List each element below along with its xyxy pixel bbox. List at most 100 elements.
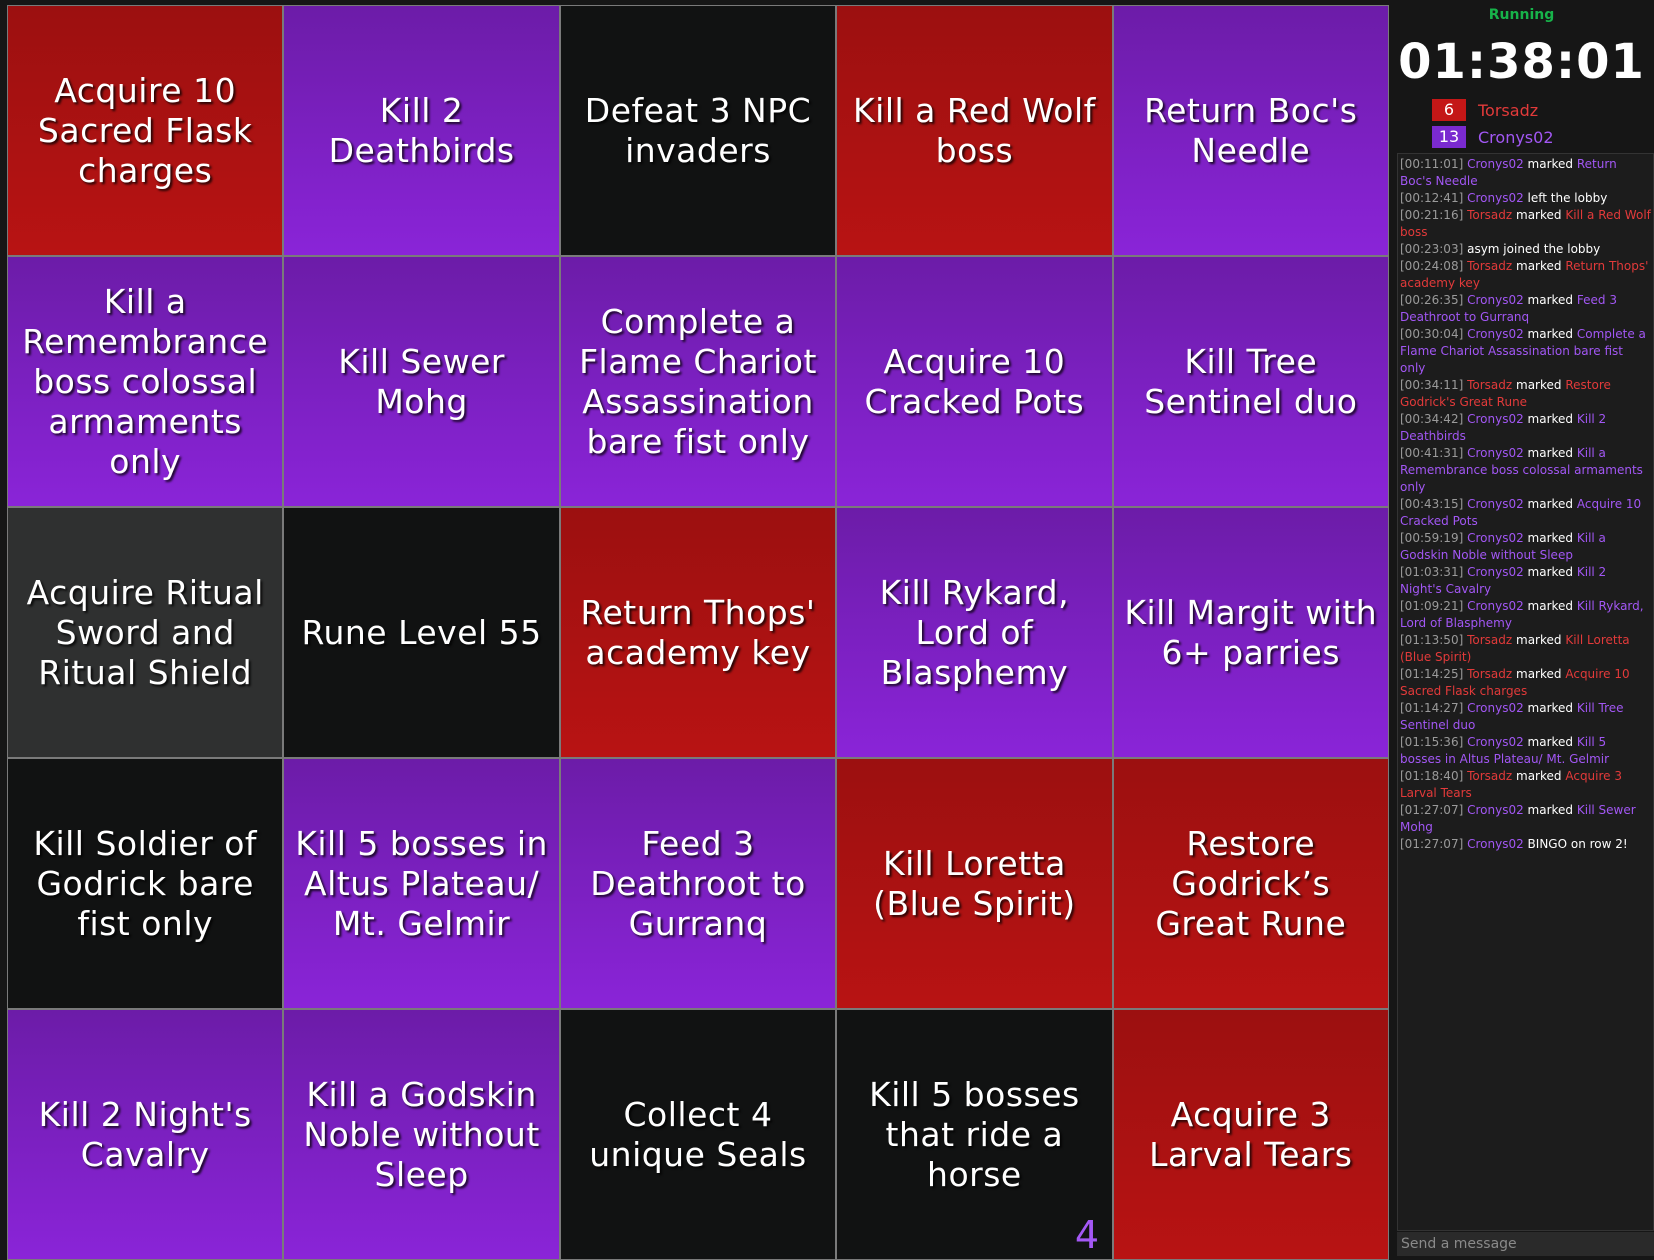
log-entry: [01:14:25] Torsadz marked Acquire 10 Sac…: [1400, 666, 1651, 700]
log-user: Cronys02: [1467, 837, 1524, 851]
side-panel: Running 01:38:01 6 Torsadz 13 Cronys02 […: [1389, 0, 1654, 1260]
log-user: Cronys02: [1467, 327, 1524, 341]
log-action: marked: [1527, 735, 1574, 749]
bingo-cell-label: Kill a Remembrance boss colossal armamen…: [22, 281, 269, 481]
log-timestamp: [00:43:15]: [1400, 497, 1464, 511]
log-user: Cronys02: [1467, 803, 1524, 817]
log-user: Torsadz: [1467, 259, 1513, 273]
bingo-cell[interactable]: Kill Rykard, Lord of Blasphemy: [837, 508, 1112, 757]
bingo-cell-label: Kill a Red Wolf boss: [853, 90, 1096, 170]
player-row: 6 Torsadz: [1432, 99, 1538, 121]
bingo-cell[interactable]: Acquire 10 Sacred Flask charges: [8, 6, 283, 255]
log-user: Cronys02: [1467, 412, 1524, 426]
log-action: marked: [1527, 497, 1574, 511]
log-timestamp: [01:14:25]: [1400, 667, 1464, 681]
log-entry: [01:14:27] Cronys02 marked Kill Tree Sen…: [1400, 700, 1651, 734]
bingo-cell-label: Acquire Ritual Sword and Ritual Shield: [26, 572, 264, 692]
log-action: marked: [1516, 633, 1562, 647]
bingo-cell[interactable]: Kill 5 bosses in Altus Plateau/ Mt. Gelm…: [284, 759, 559, 1008]
bingo-cell[interactable]: Kill 5 bosses that ride a horse 4: [837, 1010, 1112, 1259]
bingo-cell[interactable]: Acquire 3 Larval Tears: [1113, 1010, 1388, 1259]
log-timestamp: [00:41:31]: [1400, 446, 1464, 460]
log-user: Torsadz: [1467, 633, 1513, 647]
log-action: marked: [1527, 803, 1574, 817]
bingo-cell[interactable]: Feed 3 Deathroot to Gurranq: [560, 759, 836, 1008]
log-user: Cronys02: [1467, 497, 1524, 511]
log-entry: [01:27:07] Cronys02 BINGO on row 2!: [1400, 836, 1651, 853]
log-action: asym joined the lobby: [1467, 242, 1601, 256]
log-entry: [00:59:19] Cronys02 marked Kill a Godski…: [1400, 530, 1651, 564]
log-entry: [00:21:16] Torsadz marked Kill a Red Wol…: [1400, 207, 1651, 241]
goal-progress-counter: 4: [1074, 1213, 1100, 1257]
log-entry: [01:27:07] Cronys02 marked Kill Sewer Mo…: [1400, 802, 1651, 836]
bingo-cell[interactable]: Return Boc's Needle: [1113, 6, 1388, 255]
log-timestamp: [00:59:19]: [1400, 531, 1464, 545]
bingo-cell[interactable]: Kill Tree Sentinel duo: [1113, 257, 1388, 506]
log-user: Cronys02: [1467, 701, 1524, 715]
bingo-cell[interactable]: Kill Soldier of Godrick bare fist only: [8, 759, 283, 1008]
bingo-cell[interactable]: Kill a Godskin Noble without Sleep: [284, 1010, 559, 1259]
log-entry: [01:18:40] Torsadz marked Acquire 3 Larv…: [1400, 768, 1651, 802]
log-timestamp: [01:14:27]: [1400, 701, 1464, 715]
log-timestamp: [01:09:21]: [1400, 599, 1464, 613]
log-user: Torsadz: [1467, 667, 1513, 681]
log-timestamp: [00:30:04]: [1400, 327, 1464, 341]
bingo-cell[interactable]: Kill 2 Night's Cavalry: [8, 1010, 283, 1259]
bingo-cell[interactable]: Kill a Red Wolf boss: [837, 6, 1112, 255]
bingo-cell-label: Return Thops' academy key: [580, 592, 816, 672]
bingo-cell[interactable]: Kill Margit with 6+ parries: [1113, 508, 1388, 757]
log-user: Cronys02: [1467, 446, 1524, 460]
log-action: marked: [1527, 565, 1574, 579]
bingo-cell[interactable]: Acquire Ritual Sword and Ritual Shield: [8, 508, 283, 757]
log-entry: [01:15:36] Cronys02 marked Kill 5 bosses…: [1400, 734, 1651, 768]
log-user: Cronys02: [1467, 191, 1524, 205]
log-user: Torsadz: [1467, 769, 1513, 783]
log-action: marked: [1516, 259, 1562, 273]
chat-message-input[interactable]: [1397, 1232, 1654, 1256]
log-entry: [00:23:03] asym joined the lobby: [1400, 241, 1651, 258]
log-action: BINGO on row 2!: [1527, 837, 1628, 851]
log-entry: [00:30:04] Cronys02 marked Complete a Fl…: [1400, 326, 1651, 377]
log-action: marked: [1516, 667, 1562, 681]
bingo-cell-label: Acquire 10 Sacred Flask charges: [37, 70, 253, 190]
bingo-cell[interactable]: Return Thops' academy key: [560, 508, 836, 757]
bingo-cell[interactable]: Rune Level 55: [284, 508, 559, 757]
bingo-cell[interactable]: Kill Sewer Mohg: [284, 257, 559, 506]
log-timestamp: [01:13:50]: [1400, 633, 1464, 647]
log-entry: [00:24:08] Torsadz marked Return Thops' …: [1400, 258, 1651, 292]
log-timestamp: [01:18:40]: [1400, 769, 1464, 783]
player-name: Cronys02: [1478, 127, 1554, 147]
log-user: Cronys02: [1467, 599, 1524, 613]
log-action: marked: [1527, 412, 1574, 426]
log-entry: [01:13:50] Torsadz marked Kill Loretta (…: [1400, 632, 1651, 666]
bingo-cell[interactable]: Acquire 10 Cracked Pots: [837, 257, 1112, 506]
log-timestamp: [01:03:31]: [1400, 565, 1464, 579]
bingo-cell-label: Kill Rykard, Lord of Blasphemy: [879, 572, 1070, 692]
log-timestamp: [00:21:16]: [1400, 208, 1464, 222]
log-entry: [00:12:41] Cronys02 left the lobby: [1400, 190, 1651, 207]
bingo-cell-label: Kill 2 Deathbirds: [328, 90, 515, 170]
bingo-cell[interactable]: Kill Loretta (Blue Spirit): [837, 759, 1112, 1008]
log-action: marked: [1527, 531, 1574, 545]
bingo-cell[interactable]: Kill a Remembrance boss colossal armamen…: [8, 257, 283, 506]
bingo-cell[interactable]: Complete a Flame Chariot Assassination b…: [560, 257, 836, 506]
log-user: Cronys02: [1467, 293, 1524, 307]
log-entry: [01:09:21] Cronys02 marked Kill Rykard, …: [1400, 598, 1651, 632]
bingo-cell[interactable]: Restore Godrick’s Great Rune: [1113, 759, 1388, 1008]
bingo-cell-label: Kill Margit with 6+ parries: [1124, 592, 1378, 672]
bingo-cell[interactable]: Defeat 3 NPC invaders: [560, 6, 836, 255]
bingo-cell[interactable]: Collect 4 unique Seals: [560, 1010, 836, 1259]
log-action: marked: [1527, 599, 1574, 613]
event-log[interactable]: [00:11:01] Cronys02 marked Return Boc's …: [1397, 153, 1654, 1231]
log-action: marked: [1527, 327, 1574, 341]
log-entry: [00:43:15] Cronys02 marked Acquire 10 Cr…: [1400, 496, 1651, 530]
log-entry: [00:41:31] Cronys02 marked Kill a Rememb…: [1400, 445, 1651, 496]
log-timestamp: [00:34:42]: [1400, 412, 1464, 426]
bingo-cell[interactable]: Kill 2 Deathbirds: [284, 6, 559, 255]
log-action: marked: [1516, 769, 1562, 783]
log-entry: [00:11:01] Cronys02 marked Return Boc's …: [1400, 156, 1651, 190]
log-action: marked: [1527, 293, 1574, 307]
bingo-cell-label: Return Boc's Needle: [1144, 90, 1358, 170]
log-timestamp: [01:15:36]: [1400, 735, 1464, 749]
bingo-cell-label: Rune Level 55: [301, 612, 542, 652]
